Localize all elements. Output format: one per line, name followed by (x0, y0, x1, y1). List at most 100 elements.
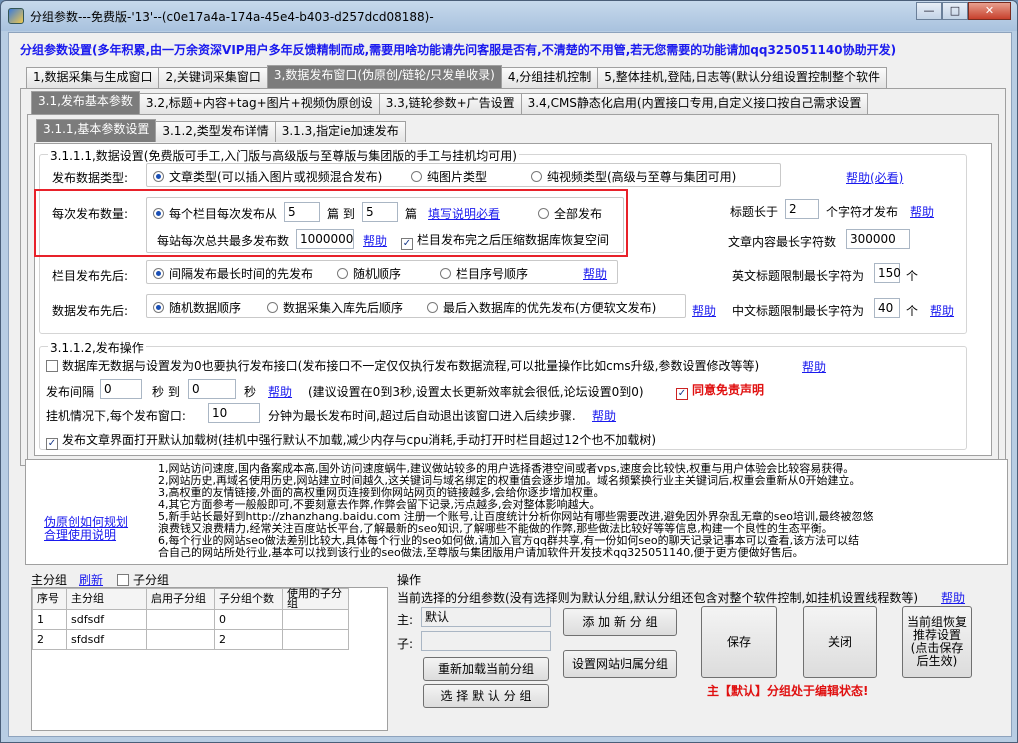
add-group-button[interactable]: 添 加 新 分 组 (563, 608, 677, 636)
minimize-button[interactable]: — (916, 2, 942, 20)
col-main-group: 主分组 (66, 588, 147, 610)
table-row[interactable]: 1 sdfsdf 0 (32, 609, 349, 630)
tab-keyword-collect[interactable]: 2,关键词采集窗口 (158, 67, 268, 88)
data-settings-title: 3.1.1.1,数据设置(免费版可手工,入门版与高级版与至尊版与集团版的手工与挂… (48, 147, 519, 164)
data-order-random-radio[interactable]: 随机数据顺序 (153, 299, 241, 316)
column-order-longest-radio[interactable]: 间隔发布最长时间的先发布 (153, 265, 313, 282)
radio-icon (337, 268, 348, 279)
refresh-link[interactable]: 刷新 (79, 571, 103, 588)
data-order-collect-label: 数据采集入库先后顺序 (283, 301, 404, 315)
column-order-label: 栏目发布先后: (52, 269, 129, 283)
title-len-help[interactable]: 帮助 (910, 203, 934, 220)
inner-tab-row: 3.1.1,基本参数设置 3.1.2,类型发布详情 3.1.3,指定ie加速发布 (36, 119, 406, 142)
type-article-label: 文章类型(可以插入图片或视频混合发布) (169, 170, 383, 184)
publish-panel: 3.1,发布基本参数 3.2,标题+内容+tag+图片+视频伪原创设 3.3,链… (20, 88, 1006, 466)
en-title-label: 英文标题限制最长字符为 (732, 269, 865, 283)
tab-data-collect[interactable]: 1,数据采集与生成窗口 (26, 67, 160, 88)
tab-data-publish[interactable]: 3,数据发布窗口(伪原创/链轮/只发单收录) (266, 65, 502, 88)
groups-title: 主分组 (31, 573, 68, 587)
publish-type-label: 发布数据类型: (52, 171, 129, 185)
table-row[interactable]: 2 sfdsdf 2 (32, 629, 349, 650)
cell-used-sub (282, 609, 349, 630)
content-len-label: 文章内容最长字符数 (728, 235, 837, 249)
close-window-button[interactable]: ✕ (968, 2, 1011, 20)
reload-group-button[interactable]: 重新加载当前分组 (423, 657, 549, 681)
save-button[interactable]: 保存 (701, 606, 777, 678)
radio-checked-icon (153, 171, 164, 182)
radio-checked-icon (153, 268, 164, 279)
title-bar: 分组参数---免费版-'13'--(c0e17a4a-174a-45e4-b40… (1, 1, 1017, 31)
column-order-longest-label: 间隔发布最长时间的先发布 (169, 267, 314, 281)
col-sub-count: 子分组个数 (214, 588, 283, 610)
data-order-label: 数据发布先后: (52, 304, 129, 318)
ops-title: 操作 (397, 573, 422, 587)
tips-text: 1,网站访问速度,国内备案成本高,国外访问速度蜗牛,建议做站较多的用户选择香港空… (158, 463, 874, 559)
app-window: 分组参数---免费版-'13'--(c0e17a4a-174a-45e4-b40… (0, 0, 1018, 743)
column-order-help[interactable]: 帮助 (583, 265, 607, 282)
column-order-index-radio[interactable]: 栏目序号顺序 (440, 265, 528, 282)
interval-from-input[interactable]: 0 (100, 379, 142, 399)
type-image-radio[interactable]: 纯图片类型 (411, 168, 487, 185)
main-tab-row: 1,数据采集与生成窗口 2,关键词采集窗口 3,数据发布窗口(伪原创/链轮/只发… (26, 65, 888, 88)
run-interface-help[interactable]: 帮助 (802, 358, 826, 375)
main-label: 主: (397, 613, 414, 627)
interval-unit: 秒 (244, 385, 257, 399)
title-len-suffix: 个字符才发布 (826, 205, 899, 219)
en-title-input[interactable]: 150 (874, 263, 901, 283)
cn-title-input[interactable]: 40 (874, 298, 900, 318)
close-button[interactable]: 关闭 (803, 606, 877, 678)
ops-help[interactable]: 帮助 (941, 589, 965, 606)
tab-basic-params[interactable]: 3.1,发布基本参数 (31, 91, 140, 114)
tab-chain-ads[interactable]: 3.3,链轮参数+广告设置 (378, 93, 522, 114)
content-len-input[interactable]: 300000 (846, 229, 910, 249)
cell-main-group: sfdsdf (66, 629, 147, 650)
title-len-label: 标题长于 (730, 205, 779, 219)
sub-label: 子: (397, 637, 414, 651)
publish-type-box: 文章类型(可以插入图片或视频混合发布) 纯图片类型 纯视频类型(高级与至尊与集团… (146, 163, 781, 187)
main-group-field: 默认 (421, 607, 551, 627)
agree-label: 同意免责声明 (692, 383, 765, 397)
client-area: 分组参数设置(多年积累,由一万余资深VIP用户多年反馈精制而成,需要用啥功能请先… (8, 32, 1012, 737)
cn-title-help[interactable]: 帮助 (930, 302, 954, 319)
usage-guide-link[interactable]: 合理使用说明 (44, 526, 116, 543)
publish-ops-title: 3.1.1.2,发布操作 (48, 339, 146, 356)
load-tree-checkbox[interactable]: ✓ 发布文章界面打开默认加载树(挂机中强行默认不加载,减少内存与cpu消耗,手动打… (46, 431, 656, 450)
interval-help[interactable]: 帮助 (268, 383, 292, 400)
data-order-help[interactable]: 帮助 (692, 302, 716, 319)
restore-default-button[interactable]: 当前组恢复推荐设置(点击保存后生效) (902, 606, 972, 678)
sub-group-checkbox[interactable]: 子分组 (117, 571, 169, 588)
select-default-group-button[interactable]: 选 择 默 认 分 组 (423, 684, 549, 708)
type-article-radio[interactable]: 文章类型(可以插入图片或视频混合发布) (153, 168, 382, 185)
cell-used-sub (282, 629, 349, 650)
data-order-latest-radio[interactable]: 最后入数据库的优先发布(方便软文发布) (427, 299, 656, 316)
basic-params-panel: 3.1.1,基本参数设置 3.1.2,类型发布详情 3.1.3,指定ie加速发布… (27, 114, 999, 461)
tab-basic-settings[interactable]: 3.1.1,基本参数设置 (36, 119, 157, 142)
column-order-random-radio[interactable]: 随机顺序 (337, 265, 401, 282)
data-order-collect-radio[interactable]: 数据采集入库先后顺序 (267, 299, 403, 316)
type-help-link[interactable]: 帮助(必看) (846, 169, 903, 186)
tab-pseudo-original[interactable]: 3.2,标题+内容+tag+图片+视频伪原创设 (138, 93, 380, 114)
ops-desc: 当前选择的分组参数(没有选择则为默认分组,默认分组还包含对整个软件控制,如挂机设… (397, 591, 918, 605)
hang-help[interactable]: 帮助 (592, 407, 616, 424)
cell-enable-sub (146, 609, 215, 630)
tab-overall-hang[interactable]: 5,整体挂机,登陆,日志等(默认分组设置控制整个软件 (597, 67, 888, 88)
type-video-radio[interactable]: 纯视频类型(高级与至尊与集团可用) (531, 168, 736, 185)
banner-text: 分组参数设置(多年积累,由一万余资深VIP用户多年反馈精制而成,需要用啥功能请先… (20, 43, 897, 57)
interval-to-input[interactable]: 0 (188, 379, 236, 399)
run-interface-checkbox[interactable]: 数据库无数据与设置发为0也要执行发布接口(发布接口不一定仅仅执行发布数据流程,可… (46, 357, 759, 374)
data-order-random-label: 随机数据顺序 (169, 301, 242, 315)
tab-ie-accel[interactable]: 3.1.3,指定ie加速发布 (274, 121, 406, 142)
maximize-button[interactable]: □ (942, 2, 968, 20)
tab-cms-static[interactable]: 3.4,CMS静态化启用(内置接口专用,自定义接口按自己需求设置 (520, 93, 869, 114)
radio-icon (267, 302, 278, 313)
data-order-box: 随机数据顺序 数据采集入库先后顺序 最后入数据库的优先发布(方便软文发布) (146, 294, 686, 318)
set-site-group-button[interactable]: 设置网站归属分组 (563, 650, 677, 678)
hang-input[interactable]: 10 (208, 403, 260, 423)
radio-icon (427, 302, 438, 313)
data-order-latest-label: 最后入数据库的优先发布(方便软文发布) (443, 301, 657, 315)
title-len-input[interactable]: 2 (785, 199, 819, 219)
data-settings-group: 3.1.1.1,数据设置(免费版可手工,入门版与高级版与至尊版与集团版的手工与挂… (34, 147, 967, 334)
tab-type-detail[interactable]: 3.1.2,类型发布详情 (155, 121, 276, 142)
tab-group-hang[interactable]: 4,分组挂机控制 (500, 67, 599, 88)
agree-checkbox[interactable]: ✓ 同意免责声明 (676, 381, 764, 400)
